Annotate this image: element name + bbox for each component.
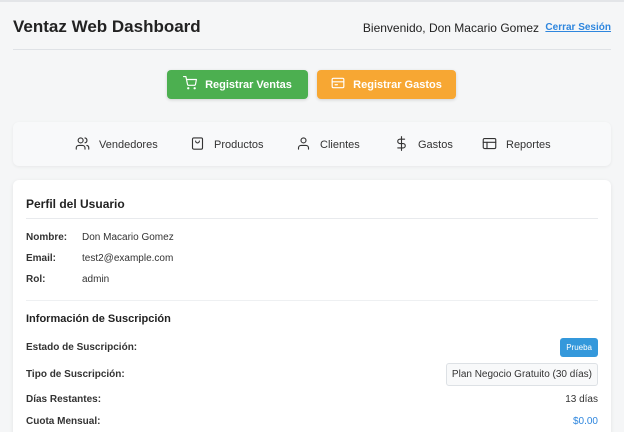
monthly-fee-label: Cuota Mensual: <box>26 416 101 427</box>
nav-item-gastos[interactable]: Gastos <box>394 136 453 154</box>
nav-item-clientes[interactable]: Clientes <box>296 136 360 154</box>
nav-label-gastos: Gastos <box>418 139 453 151</box>
report-icon <box>482 136 497 154</box>
nav-label-clientes: Clientes <box>320 139 360 151</box>
register-expenses-button[interactable]: Registrar Gastos <box>317 70 456 99</box>
role-label: Rol: <box>26 274 46 285</box>
nav-label-reportes: Reportes <box>506 139 551 151</box>
subscription-status-label: Estado de Suscripción: <box>26 342 138 353</box>
subscription-type-label: Tipo de Suscripción: <box>26 369 125 380</box>
email-value: test2@example.com <box>82 253 174 264</box>
user-icon <box>296 136 311 154</box>
dollar-icon <box>394 136 409 154</box>
days-remaining-label: Días Restantes: <box>26 394 102 405</box>
name-value: Don Macario Gomez <box>82 232 174 243</box>
nav-item-reportes[interactable]: Reportes <box>482 136 551 154</box>
nav-bar: Vendedores Productos Clientes Gastos Rep… <box>13 122 611 166</box>
profile-card: Perfil del Usuario Nombre: Don Macario G… <box>13 180 611 432</box>
shopping-bag-icon <box>190 136 205 154</box>
days-remaining-value: 13 días <box>565 394 598 405</box>
subscription-title: Información de Suscripción <box>26 313 171 325</box>
logout-link[interactable]: Cerrar Sesión <box>545 22 611 33</box>
register-sales-button[interactable]: Registrar Ventas <box>167 70 308 99</box>
nav-label-productos: Productos <box>214 139 264 151</box>
divider <box>26 218 598 219</box>
page-title: Ventaz Web Dashboard <box>13 17 201 36</box>
divider <box>26 300 598 301</box>
wallet-icon <box>331 76 345 93</box>
cart-icon <box>183 76 198 93</box>
nav-item-vendedores[interactable]: Vendedores <box>75 136 158 154</box>
role-value: admin <box>82 274 110 285</box>
subscription-type-value: Plan Negocio Gratuito (30 días) <box>445 363 598 386</box>
email-label: Email: <box>26 253 57 264</box>
nav-item-productos[interactable]: Productos <box>190 136 264 154</box>
register-sales-label: Registrar Ventas <box>205 78 292 91</box>
users-icon <box>75 136 90 154</box>
name-label: Nombre: <box>26 232 68 243</box>
profile-title: Perfil del Usuario <box>26 197 125 211</box>
nav-label-vendedores: Vendedores <box>99 139 158 151</box>
register-expenses-label: Registrar Gastos <box>353 78 442 91</box>
monthly-fee-value: $0.00 <box>572 416 598 427</box>
header: Ventaz Web Dashboard Bienvenido, Don Mac… <box>13 0 611 50</box>
welcome-text: Bienvenido, Don Macario Gomez <box>362 21 539 35</box>
status-badge: Prueba <box>560 338 598 357</box>
